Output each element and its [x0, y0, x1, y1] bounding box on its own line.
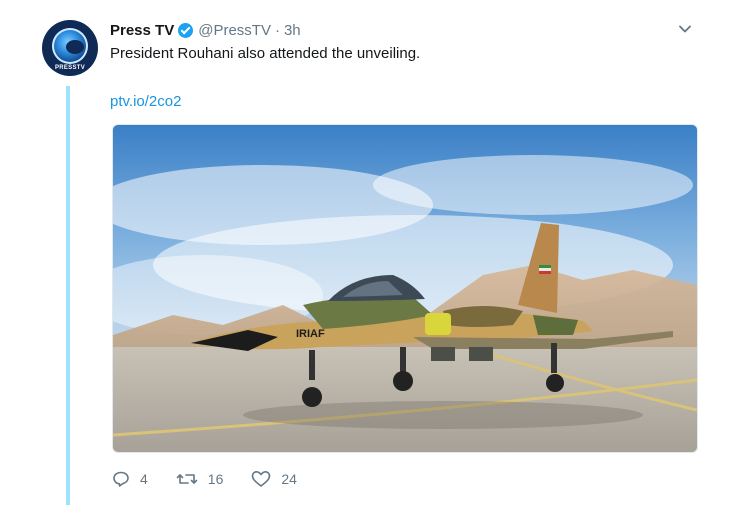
tweet-link[interactable]: ptv.io/2co2	[110, 93, 181, 110]
fighter-jet-photo: IRIAF	[113, 125, 697, 452]
like-count: 24	[281, 471, 297, 487]
timestamp[interactable]: 3h	[284, 22, 301, 39]
display-name[interactable]: Press TV	[110, 22, 174, 39]
verified-badge-icon	[178, 22, 194, 38]
reply-count: 4	[140, 471, 148, 487]
chevron-down-icon[interactable]	[678, 22, 692, 36]
reply-button[interactable]: 4	[112, 470, 148, 488]
user-handle[interactable]: @PressTV	[198, 22, 271, 39]
tweet-actions: 4 16 24	[112, 466, 325, 492]
retweet-icon	[176, 474, 198, 484]
retweet-button[interactable]: 16	[176, 470, 224, 488]
retweet-count: 16	[207, 471, 224, 487]
tweet-header: Press TV @PressTV · 3h	[110, 20, 301, 40]
jet-marking: IRIAF	[296, 328, 325, 340]
tweet-text: President Rouhani also attended the unve…	[110, 45, 421, 62]
like-button[interactable]: 24	[251, 470, 297, 488]
heart-icon	[252, 471, 271, 487]
avatar[interactable]: PRESSTV	[42, 20, 98, 76]
reply-icon	[113, 471, 129, 487]
separator-dot: ·	[274, 21, 280, 39]
tweet-media-image[interactable]: IRIAF	[112, 124, 698, 453]
logo-cutout	[66, 40, 84, 54]
avatar-brand-text: PRESSTV	[54, 65, 86, 71]
thread-line	[66, 86, 70, 505]
